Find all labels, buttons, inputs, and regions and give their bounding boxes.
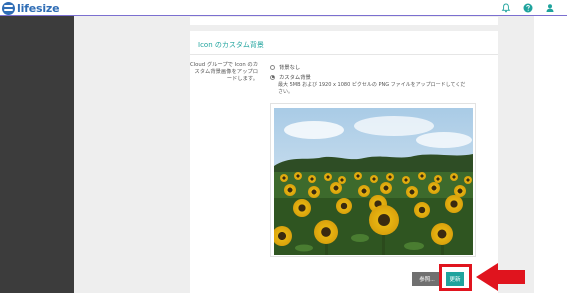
section-description: Cloud グループで Icon のカスタム背景画像をアップロードします。 <box>190 62 259 82</box>
custom-background-card: Icon のカスタム背景 Cloud グループで Icon のカスタム背景画像を… <box>190 31 498 293</box>
section-title: Icon のカスタム背景 <box>198 41 264 49</box>
arrow-left-icon <box>476 263 525 291</box>
option-no-background[interactable]: 背景なし <box>270 63 300 71</box>
radio-custom-background[interactable] <box>270 74 275 80</box>
logo-text: lifesize <box>17 1 60 15</box>
update-button-callout <box>439 264 472 291</box>
help-icon[interactable] <box>523 3 533 13</box>
browse-button[interactable]: 参照... <box>412 272 442 286</box>
right-gutter <box>534 16 567 293</box>
radio-no-background[interactable] <box>270 64 275 70</box>
option-no-background-label: 背景なし <box>279 65 301 71</box>
option-custom-background[interactable]: カスタム背景 <box>270 73 311 81</box>
user-icon[interactable] <box>545 3 555 13</box>
top-bar: lifesize <box>0 0 567 16</box>
upload-hint: 最大 5MB および 1920 x 1080 ピクセルの PNG ファイルをアッ… <box>278 82 466 95</box>
previous-card <box>190 17 498 25</box>
lifesize-logo[interactable]: lifesize <box>2 1 60 15</box>
header-actions <box>501 3 555 13</box>
sidebar <box>0 16 74 293</box>
sunflower-field-image <box>274 108 473 255</box>
background-preview <box>270 103 476 257</box>
lifesize-logo-icon <box>2 1 15 15</box>
option-custom-background-label: カスタム背景 <box>279 75 311 81</box>
bell-icon[interactable] <box>501 3 511 13</box>
divider <box>190 54 498 55</box>
